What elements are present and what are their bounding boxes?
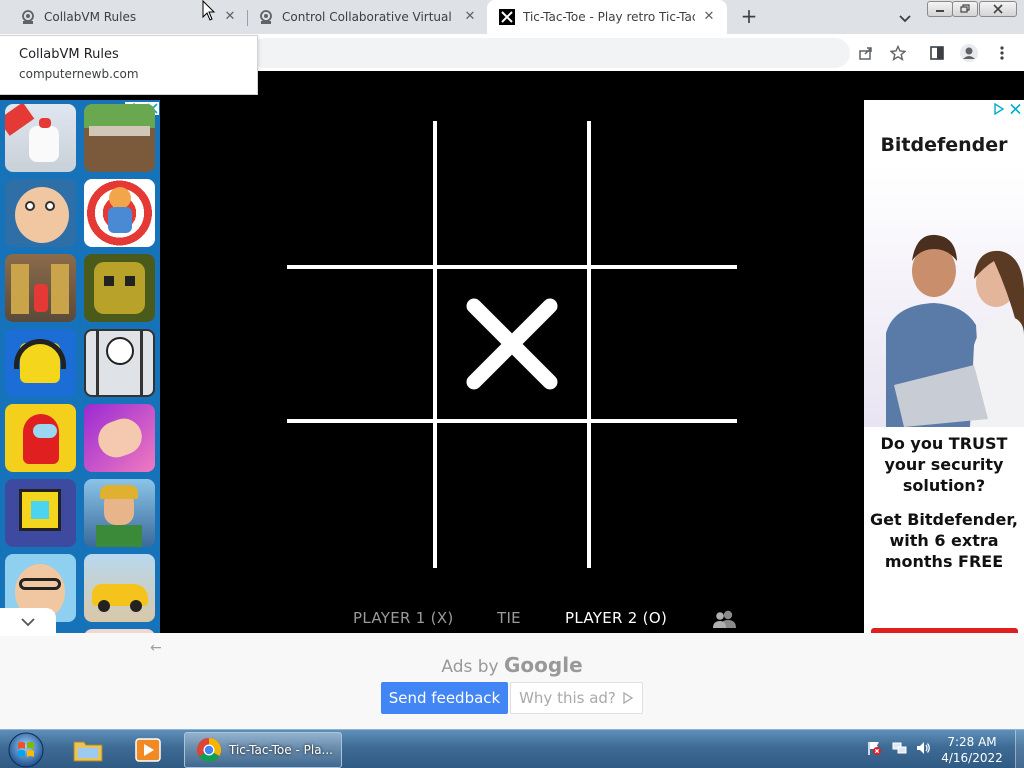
system-clock[interactable]: 7:28 AM 4/16/2022 <box>936 734 1008 766</box>
tab-title: CollabVM Rules <box>44 10 137 24</box>
tab-title: Tic-Tac-Toe - Play retro Tic-Tac-To <box>523 10 695 24</box>
collapse-ad-button[interactable] <box>0 608 56 636</box>
action-center-flag-icon[interactable] <box>866 740 882 756</box>
network-icon[interactable] <box>891 740 907 756</box>
game-tile-subway-surfers[interactable] <box>5 254 76 322</box>
task-title: Tic-Tac-Toe - Pla... <box>229 743 333 757</box>
show-desktop-button[interactable] <box>1015 730 1024 768</box>
media-player-icon <box>135 738 161 762</box>
explorer-taskbar-button[interactable] <box>66 733 110 767</box>
browser-menu-icon[interactable] <box>992 43 1012 63</box>
tab-tic-tac-toe[interactable]: Tic-Tac-Toe - Play retro Tic-Tac-To ✕ <box>487 0 727 34</box>
restore-button[interactable] <box>952 1 978 17</box>
close-tab-icon[interactable]: ✕ <box>701 9 717 25</box>
ad-closed-panel: ← Ads by Google Send feedback Why this a… <box>0 633 1024 729</box>
minimize-button[interactable] <box>927 1 953 17</box>
board-cell[interactable] <box>287 423 433 568</box>
board-cell[interactable] <box>287 121 433 265</box>
board-cell[interactable] <box>591 423 737 568</box>
ad-question: Do you TRUST your security solution? <box>880 434 1008 495</box>
game-tile-geometry-headphones[interactable] <box>5 329 76 397</box>
folder-icon <box>73 741 103 762</box>
restore-icon <box>960 4 970 13</box>
send-feedback-button[interactable]: Send feedback <box>381 682 508 714</box>
share-icon[interactable] <box>856 43 876 63</box>
ads-by-brand: Google <box>504 653 583 677</box>
board-cell[interactable] <box>591 269 737 419</box>
game-tile-temple-run[interactable] <box>84 254 155 322</box>
board-cell[interactable] <box>437 423 587 568</box>
x-mark-icon <box>466 298 558 390</box>
game-tile-stickman-prison[interactable] <box>84 329 155 397</box>
ad-choices-icon[interactable] <box>992 103 1022 115</box>
close-window-button[interactable] <box>979 1 1017 17</box>
right-bitdefender-ad[interactable]: Bitdefender Do you TRUST your security s… <box>864 100 1024 633</box>
game-tile-nail-art[interactable] <box>84 404 155 472</box>
player2-score-label: PLAYER 2 (O) <box>565 609 668 627</box>
close-tab-icon[interactable]: ✕ <box>462 9 478 25</box>
ad-offer: Get Bitdefender, with 6 extra months FRE… <box>870 510 1018 571</box>
score-bar: PLAYER 1 (X) TIE PLAYER 2 (O) <box>160 609 864 633</box>
tic-tac-toe-game: PLAYER 1 (X) TIE PLAYER 2 (O) <box>160 71 864 633</box>
left-game-ad[interactable] <box>0 100 160 633</box>
chrome-taskbar-button[interactable]: Tic-Tac-Toe - Pla... <box>184 732 342 768</box>
game-tile-minecraft[interactable] <box>84 104 155 172</box>
board-cell[interactable] <box>287 269 433 419</box>
minimize-icon <box>936 10 944 12</box>
chevron-down-icon <box>21 618 35 627</box>
board-cell[interactable] <box>591 121 737 265</box>
game-tile-among-us[interactable] <box>5 404 76 472</box>
tie-score-label: TIE <box>497 609 521 627</box>
two-players-icon[interactable] <box>712 609 738 629</box>
tab-title: Control Collaborative Virtual Mac <box>282 10 456 24</box>
start-button-icon[interactable] <box>7 731 45 768</box>
ads-by-google: Ads by Google <box>0 653 1024 677</box>
collabvm-icon <box>260 10 272 24</box>
tab-strip: CollabVM Rules ✕ Control Collaborative V… <box>0 0 1024 34</box>
clock-time: 7:28 AM <box>947 735 997 749</box>
close-tab-icon[interactable]: ✕ <box>222 9 238 25</box>
tab-hover-card: CollabVM Rules computernewb.com <box>0 35 258 95</box>
side-panel-icon[interactable] <box>927 43 947 63</box>
hover-card-domain: computernewb.com <box>19 67 139 81</box>
volume-icon[interactable] <box>915 740 931 756</box>
game-tile-kick-the-buddy[interactable] <box>84 179 155 247</box>
player1-score-label: PLAYER 1 (X) <box>353 609 454 627</box>
game-tile-fortnite[interactable] <box>84 479 155 547</box>
tab-control-collaborative[interactable]: Control Collaborative Virtual Mac ✕ <box>238 0 488 34</box>
address-bar[interactable] <box>250 38 850 68</box>
game-tile-car-racing[interactable] <box>84 554 155 622</box>
ads-by-prefix: Ads by <box>441 657 499 677</box>
close-icon <box>993 4 1003 14</box>
board-cell[interactable] <box>437 269 587 419</box>
ad-photo <box>864 165 1024 427</box>
game-tile-cartoon-face[interactable] <box>5 179 76 247</box>
tab-search-chevron-icon[interactable] <box>896 9 914 27</box>
new-tab-button[interactable]: + <box>738 6 760 28</box>
game-tile-geometry-dash[interactable] <box>5 479 76 547</box>
collabvm-icon <box>22 10 34 24</box>
ad-choices-icon <box>623 692 634 704</box>
clock-date: 4/16/2022 <box>941 751 1003 765</box>
profile-avatar-icon[interactable] <box>959 43 979 63</box>
media-player-taskbar-button[interactable] <box>126 733 170 767</box>
taskbar: Tic-Tac-Toe - Pla... 7:28 AM 4/16/2022 <box>0 729 1024 768</box>
x-logo-icon <box>499 9 515 25</box>
hover-card-title: CollabVM Rules <box>19 47 119 62</box>
mouse-cursor-icon <box>202 0 216 21</box>
why-this-ad-label: Why this ad? <box>519 689 616 707</box>
board-cell[interactable] <box>437 121 587 265</box>
screen: { "browser": { "tabs": [ {"title": "Coll… <box>0 0 1024 768</box>
why-this-ad-button[interactable]: Why this ad? <box>510 682 643 714</box>
chrome-icon <box>196 738 222 762</box>
ad-brand: Bitdefender <box>880 134 1008 156</box>
bookmark-star-icon[interactable] <box>888 43 908 63</box>
game-tile-best-chicken[interactable] <box>5 104 76 172</box>
